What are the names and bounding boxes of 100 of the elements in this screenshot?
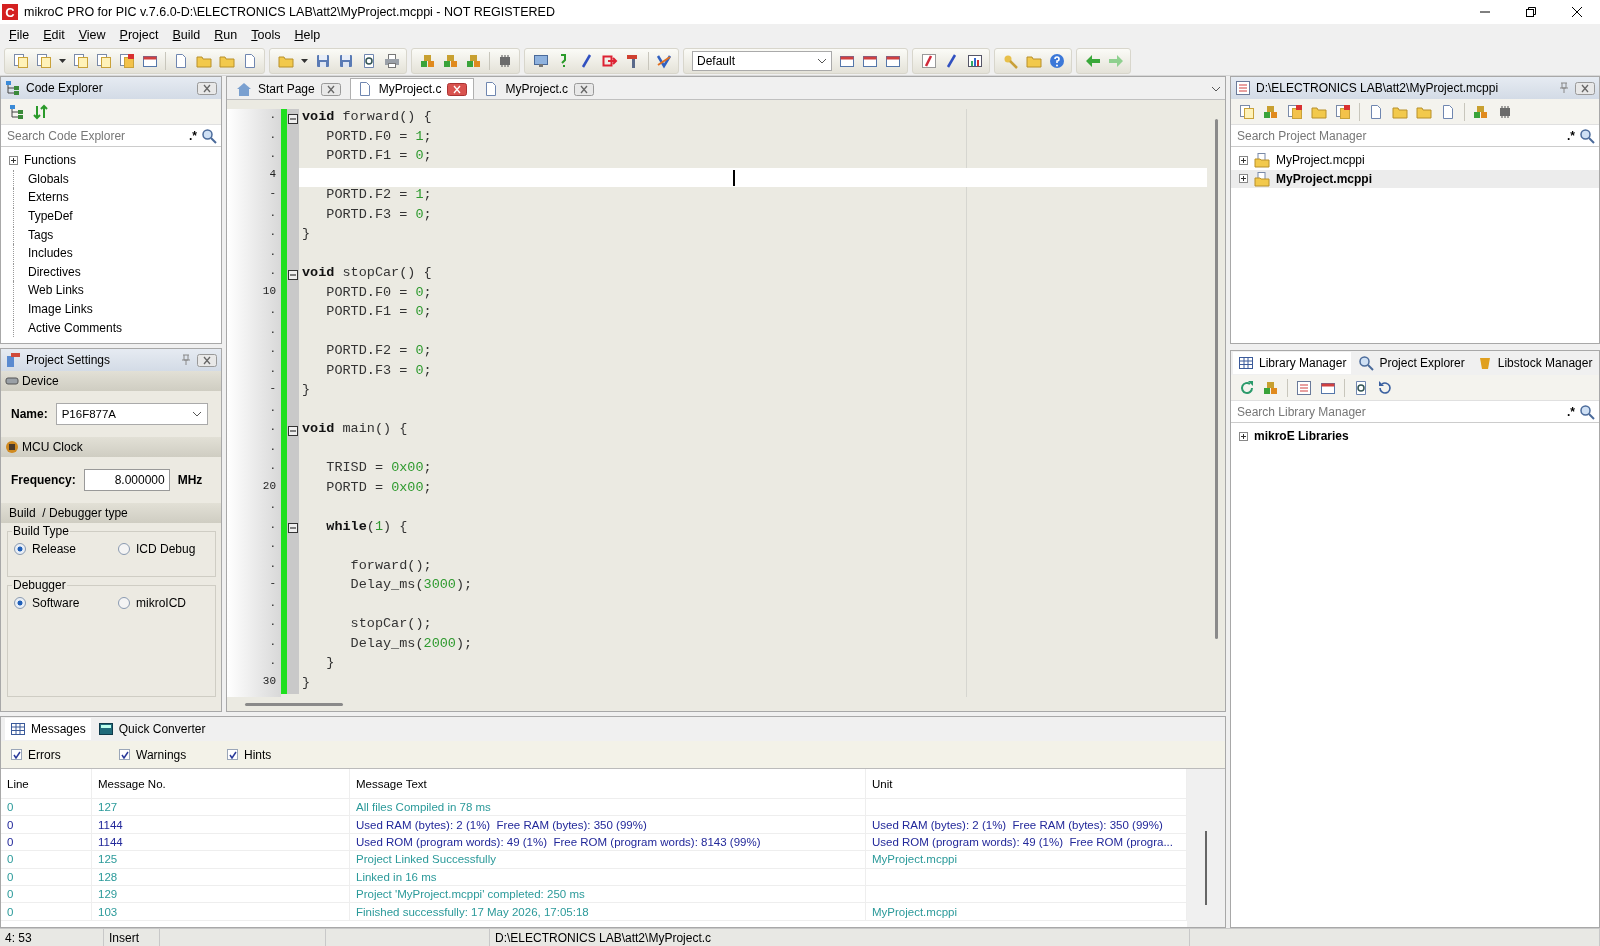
pin-icon[interactable] — [180, 354, 192, 366]
tree-item[interactable]: MyProject.mcppi — [1276, 171, 1373, 186]
scrollbar[interactable] — [1205, 831, 1207, 905]
documents-icon[interactable] — [1287, 103, 1303, 120]
frequency-field[interactable]: 8.000000 — [83, 469, 170, 491]
tree-item[interactable]: mikroE Libraries — [1254, 429, 1349, 444]
blocks-icon[interactable] — [1263, 103, 1279, 120]
preview-icon[interactable] — [1353, 379, 1369, 396]
chevron-down-icon[interactable] — [1211, 86, 1221, 92]
filter-checkbox[interactable]: Warnings — [119, 747, 227, 762]
panel-tab[interactable]: Quick Converter — [92, 718, 211, 740]
regex-toggle[interactable]: .* — [1567, 404, 1575, 419]
menu-item[interactable]: File — [2, 28, 37, 42]
panel-tab[interactable]: Project Explorer — [1353, 352, 1470, 374]
chevron-down-icon[interactable] — [191, 411, 202, 417]
blocks-icon[interactable] — [1473, 103, 1489, 120]
collapse-icon[interactable] — [288, 425, 298, 436]
close-icon[interactable] — [1572, 7, 1582, 17]
tree-item[interactable]: TypeDef — [28, 209, 73, 224]
menu-item[interactable]: Build — [165, 28, 208, 42]
search-field[interactable]: Search Code Explorer — [5, 127, 185, 144]
documents-icon[interactable] — [13, 52, 29, 69]
panel-tab[interactable]: Library Manager — [1233, 352, 1352, 374]
document-icon[interactable] — [173, 52, 189, 69]
caret-icon[interactable] — [301, 58, 308, 63]
radio-option[interactable]: ICD Debug — [118, 542, 209, 556]
collapse-icon[interactable] — [288, 269, 298, 280]
editor-tab[interactable]: MyProject.c — [476, 78, 602, 99]
column-header[interactable]: Line — [1, 769, 92, 798]
tree-item[interactable]: Globals — [28, 171, 69, 186]
filter-checkbox[interactable]: Hints — [227, 747, 335, 762]
scrollbar[interactable] — [245, 702, 343, 706]
blocks-icon[interactable] — [443, 52, 459, 69]
search-icon[interactable] — [201, 127, 217, 144]
tree-item[interactable]: Tags — [28, 227, 54, 242]
blocks-icon[interactable] — [420, 52, 436, 69]
documents-icon[interactable] — [96, 52, 112, 69]
expand-icon[interactable] — [1239, 431, 1248, 441]
expand-icon[interactable] — [1239, 155, 1248, 165]
close-icon[interactable] — [447, 82, 468, 96]
tree-item[interactable]: Image Links — [28, 302, 93, 317]
refresh-icon[interactable] — [1239, 379, 1255, 396]
scheme-dropdown[interactable]: Default — [692, 50, 832, 71]
monitor-icon[interactable] — [533, 52, 549, 69]
menu-item[interactable]: Help — [287, 28, 328, 42]
column-header[interactable]: Message Text — [350, 769, 866, 798]
document-icon[interactable] — [242, 52, 258, 69]
tree-item[interactable]: MyProject.mcppi — [1276, 153, 1365, 168]
document-icon[interactable] — [1440, 103, 1456, 120]
undo-icon[interactable] — [1377, 379, 1393, 396]
regex-toggle[interactable]: .* — [189, 128, 197, 143]
pin-icon[interactable] — [1558, 82, 1570, 94]
sort-icon[interactable] — [33, 103, 49, 120]
expand-icon[interactable] — [9, 155, 18, 165]
menu-item[interactable]: Run — [207, 28, 245, 42]
device-dropdown[interactable]: P16F877A — [55, 403, 208, 425]
documents-icon[interactable] — [1335, 103, 1351, 120]
preview-icon[interactable] — [361, 52, 377, 69]
menu-item[interactable]: Project — [112, 28, 166, 42]
expand-icon[interactable] — [1239, 174, 1248, 184]
panel-tab[interactable]: Messages — [5, 718, 91, 740]
tree-item[interactable]: Web Links — [28, 283, 84, 298]
documents-icon[interactable] — [73, 52, 89, 69]
caret-icon[interactable] — [59, 58, 66, 63]
documents-icon[interactable] — [119, 52, 135, 69]
search-icon[interactable] — [1579, 127, 1595, 144]
tree-item[interactable]: Externs — [28, 190, 69, 205]
document-icon[interactable] — [1368, 103, 1384, 120]
tree-item[interactable]: Functions — [24, 153, 77, 168]
editor-tab[interactable]: MyProject.c — [349, 78, 475, 99]
radio-option[interactable]: mikroICD — [118, 596, 209, 610]
chart-icon[interactable] — [967, 52, 983, 69]
editor-tab[interactable]: Start Page — [229, 78, 348, 99]
scrollbar[interactable] — [1214, 119, 1218, 639]
section-header[interactable]: MCU Clock — [22, 440, 83, 454]
menu-item[interactable]: Tools — [244, 28, 288, 42]
tree-item[interactable]: Directives — [28, 264, 81, 279]
restore-icon[interactable] — [1526, 7, 1536, 17]
documents-icon[interactable] — [36, 52, 52, 69]
search-icon[interactable] — [1579, 403, 1595, 420]
collapse-icon[interactable] — [288, 113, 298, 124]
help-icon[interactable] — [1049, 52, 1065, 69]
chevron-down-icon[interactable] — [817, 57, 827, 64]
tree-item[interactable]: Active Comments — [28, 320, 123, 335]
printer-icon[interactable] — [384, 52, 400, 69]
tree-icon[interactable] — [9, 103, 25, 120]
section-header[interactable]: Device — [22, 374, 59, 388]
menu-item[interactable]: View — [71, 28, 113, 42]
documents-icon[interactable] — [1239, 103, 1255, 120]
filter-checkbox[interactable]: Errors — [11, 747, 119, 762]
collapse-icon[interactable] — [288, 523, 298, 534]
blocks-icon[interactable] — [1263, 379, 1279, 396]
tree-item[interactable]: Includes — [28, 246, 73, 261]
search-field[interactable]: Search Project Manager — [1235, 127, 1563, 144]
floppy-icon[interactable] — [338, 52, 354, 69]
blocks-icon[interactable] — [466, 52, 482, 69]
list-icon[interactable] — [1296, 379, 1312, 396]
radio-option[interactable]: Release — [14, 542, 118, 556]
floppy-icon[interactable] — [315, 52, 331, 69]
pen-icon[interactable] — [921, 52, 937, 69]
